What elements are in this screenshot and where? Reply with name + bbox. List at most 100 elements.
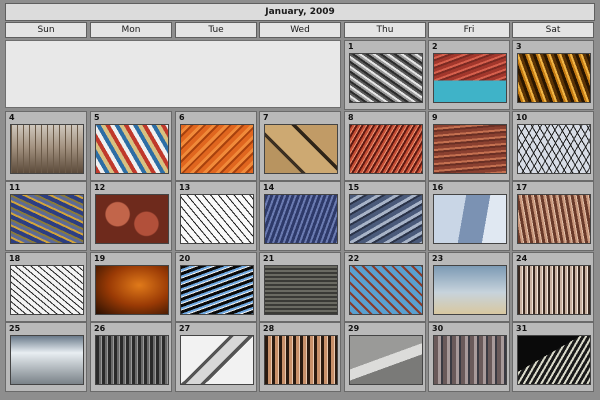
photo-thumbnail[interactable] (349, 335, 423, 385)
day-cell-19[interactable]: 19 (90, 252, 172, 322)
photo-thumbnail[interactable] (95, 265, 169, 315)
day-number: 22 (348, 254, 360, 263)
day-number: 12 (94, 183, 106, 192)
photo-thumbnail[interactable] (433, 53, 507, 103)
day-cell-8[interactable]: 8 (344, 111, 426, 181)
photo-thumbnail[interactable] (433, 265, 507, 315)
photo-thumbnail[interactable] (349, 265, 423, 315)
photo-thumbnail[interactable] (264, 124, 338, 174)
day-number: 3 (516, 42, 522, 51)
day-cell-21[interactable]: 21 (259, 252, 341, 322)
day-cell-29[interactable]: 29 (344, 322, 426, 392)
photo-thumbnail[interactable] (180, 265, 254, 315)
photo-thumbnail[interactable] (517, 53, 591, 103)
day-cell-28[interactable]: 28 (259, 322, 341, 392)
day-cell-27[interactable]: 27 (175, 322, 257, 392)
day-cell-3[interactable]: 3 (512, 40, 594, 110)
weekday-sat: Sat (512, 22, 594, 38)
photo-thumbnail[interactable] (95, 124, 169, 174)
day-number: 21 (263, 254, 275, 263)
day-cell-10[interactable]: 10 (512, 111, 594, 181)
photo-thumbnail[interactable] (264, 265, 338, 315)
day-number: 31 (516, 324, 528, 333)
day-number: 14 (263, 183, 275, 192)
photo-thumbnail[interactable] (349, 124, 423, 174)
photo-thumbnail[interactable] (95, 335, 169, 385)
day-number: 10 (516, 113, 528, 122)
photo-thumbnail[interactable] (10, 124, 84, 174)
photo-thumbnail[interactable] (517, 335, 591, 385)
day-number: 17 (516, 183, 528, 192)
day-cell-18[interactable]: 18 (5, 252, 87, 322)
photo-thumbnail[interactable] (517, 265, 591, 315)
photo-thumbnail[interactable] (349, 53, 423, 103)
day-number: 4 (9, 113, 15, 122)
weekday-fri: Fri (428, 22, 510, 38)
day-cell-7[interactable]: 7 (259, 111, 341, 181)
empty-leading-cells (5, 40, 341, 108)
weekday-tue: Tue (175, 22, 257, 38)
day-number: 11 (9, 183, 21, 192)
day-number: 19 (94, 254, 106, 263)
photo-thumbnail[interactable] (433, 335, 507, 385)
day-cell-11[interactable]: 11 (5, 181, 87, 251)
photo-thumbnail[interactable] (349, 194, 423, 244)
weekday-mon: Mon (90, 22, 172, 38)
day-number: 28 (263, 324, 275, 333)
day-number: 1 (348, 42, 354, 51)
photo-thumbnail[interactable] (433, 124, 507, 174)
day-cell-17[interactable]: 17 (512, 181, 594, 251)
day-number: 30 (432, 324, 444, 333)
day-cell-31[interactable]: 31 (512, 322, 594, 392)
day-cell-30[interactable]: 30 (428, 322, 510, 392)
photo-thumbnail[interactable] (264, 335, 338, 385)
day-cell-25[interactable]: 25 (5, 322, 87, 392)
day-cell-1[interactable]: 1 (344, 40, 426, 110)
photo-thumbnail[interactable] (10, 194, 84, 244)
photo-thumbnail[interactable] (180, 124, 254, 174)
day-cell-12[interactable]: 12 (90, 181, 172, 251)
day-number: 29 (348, 324, 360, 333)
photo-thumbnail[interactable] (180, 335, 254, 385)
day-number: 13 (179, 183, 191, 192)
day-number: 6 (179, 113, 185, 122)
day-cell-9[interactable]: 9 (428, 111, 510, 181)
photo-thumbnail[interactable] (517, 194, 591, 244)
day-cell-15[interactable]: 15 (344, 181, 426, 251)
calendar-title: January, 2009 (5, 3, 595, 21)
photo-thumbnail[interactable] (95, 194, 169, 244)
day-cell-14[interactable]: 14 (259, 181, 341, 251)
day-number: 5 (94, 113, 100, 122)
day-number: 7 (263, 113, 269, 122)
day-cell-20[interactable]: 20 (175, 252, 257, 322)
day-cell-2[interactable]: 2 (428, 40, 510, 110)
day-number: 27 (179, 324, 191, 333)
day-cell-23[interactable]: 23 (428, 252, 510, 322)
day-number: 15 (348, 183, 360, 192)
day-number: 18 (9, 254, 21, 263)
day-number: 20 (179, 254, 191, 263)
weekday-wed: Wed (259, 22, 341, 38)
day-cell-16[interactable]: 16 (428, 181, 510, 251)
day-cell-26[interactable]: 26 (90, 322, 172, 392)
day-cell-6[interactable]: 6 (175, 111, 257, 181)
day-number: 16 (432, 183, 444, 192)
day-number: 2 (432, 42, 438, 51)
weekday-thu: Thu (344, 22, 426, 38)
day-cell-24[interactable]: 24 (512, 252, 594, 322)
day-number: 23 (432, 254, 444, 263)
day-number: 25 (9, 324, 21, 333)
day-cell-5[interactable]: 5 (90, 111, 172, 181)
weekday-sun: Sun (5, 22, 87, 38)
photo-thumbnail[interactable] (180, 194, 254, 244)
photo-thumbnail[interactable] (517, 124, 591, 174)
day-number: 8 (348, 113, 354, 122)
day-number: 24 (516, 254, 528, 263)
day-cell-13[interactable]: 13 (175, 181, 257, 251)
photo-thumbnail[interactable] (433, 194, 507, 244)
photo-thumbnail[interactable] (10, 265, 84, 315)
day-cell-4[interactable]: 4 (5, 111, 87, 181)
photo-thumbnail[interactable] (10, 335, 84, 385)
photo-thumbnail[interactable] (264, 194, 338, 244)
day-cell-22[interactable]: 22 (344, 252, 426, 322)
